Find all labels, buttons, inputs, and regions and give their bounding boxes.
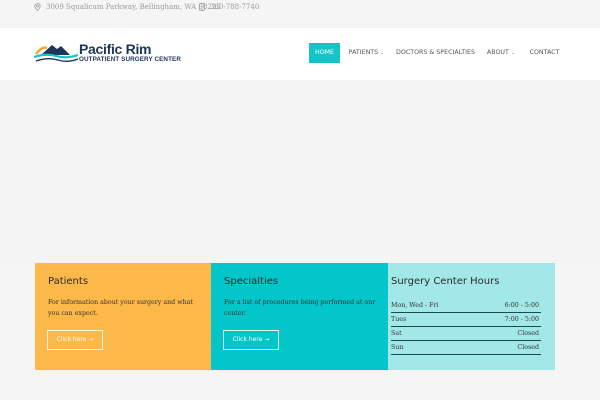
top-info-bar: 3009 Squalicum Parkway, Bellingham, WA 9…	[0, 0, 600, 28]
hours-time: 6:00 - 5:00	[504, 302, 539, 309]
patients-title: Patients	[48, 276, 89, 287]
nav-contact-label: CONTACT	[529, 49, 560, 56]
hours-day: Sat	[391, 330, 402, 337]
chevron-down-icon: ⌄	[510, 50, 516, 56]
location-pin-icon	[34, 3, 41, 11]
specialties-panel: Specialties For a list of procedures bei…	[211, 263, 388, 370]
hours-row: Tues 7:00 - 5:00	[391, 313, 541, 327]
hours-time: 7:00 - 5:00	[504, 316, 539, 323]
hours-day: Tues	[391, 316, 407, 323]
specialties-click-here-button[interactable]: Click here →	[223, 330, 279, 350]
hours-panel: Surgery Center Hours Mon, Wed - Fri 6:00…	[388, 263, 555, 370]
hours-row: Sun Closed	[391, 341, 541, 355]
nav-home[interactable]: HOME	[309, 43, 340, 63]
specialties-text: For a list of procedures being performed…	[224, 299, 376, 317]
patients-panel: Patients For information about your surg…	[35, 263, 211, 370]
address-text: 3009 Squalicum Parkway, Bellingham, WA 9…	[46, 3, 221, 11]
nav-contact[interactable]: CONTACT	[527, 43, 562, 63]
nav-doctors-specialties-label: DOCTORS & SPECIALTIES	[396, 49, 475, 56]
phone-item[interactable]: 360-788-7740	[199, 3, 259, 11]
nav-patients[interactable]: PATIENTS ⌄	[345, 43, 388, 63]
phone-icon	[199, 3, 205, 11]
main-nav: HOME PATIENTS ⌄ DOCTORS & SPECIALTIES ABO…	[0, 43, 600, 63]
patients-text: For information about your surgery and w…	[48, 299, 193, 317]
nav-patients-label: PATIENTS	[348, 49, 379, 56]
chevron-down-icon: ⌄	[380, 50, 385, 56]
hours-day: Sun	[391, 344, 404, 351]
site-header: Pacific Rim OUTPATIENT SURGERY CENTER HO…	[0, 28, 600, 80]
hours-row: Sat Closed	[391, 327, 541, 341]
nav-about[interactable]: ABOUT ⌄	[481, 43, 521, 63]
patients-click-here-button[interactable]: Click here →	[47, 330, 103, 350]
hours-time: Closed	[517, 344, 539, 351]
hours-time: Closed	[517, 330, 539, 337]
nav-about-label: ABOUT	[486, 49, 509, 56]
phone-text[interactable]: 360-788-7740	[210, 3, 259, 11]
address-item: 3009 Squalicum Parkway, Bellingham, WA 9…	[34, 3, 221, 11]
hours-title: Surgery Center Hours	[391, 276, 500, 287]
specialties-title: Specialties	[224, 276, 279, 287]
hours-table: Mon, Wed - Fri 6:00 - 5:00 Tues 7:00 - 5…	[391, 299, 541, 355]
hours-day: Mon, Wed - Fri	[391, 302, 439, 309]
nav-home-label: HOME	[314, 49, 335, 56]
hero-banner	[0, 80, 600, 263]
hours-row: Mon, Wed - Fri 6:00 - 5:00	[391, 299, 541, 313]
nav-doctors-specialties[interactable]: DOCTORS & SPECIALTIES	[395, 43, 476, 63]
